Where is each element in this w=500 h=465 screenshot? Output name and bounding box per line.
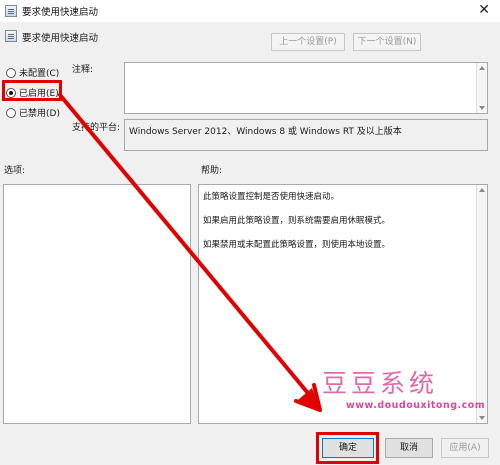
annotation-arrow: [58, 93, 322, 412]
arrow-line: [58, 93, 314, 400]
